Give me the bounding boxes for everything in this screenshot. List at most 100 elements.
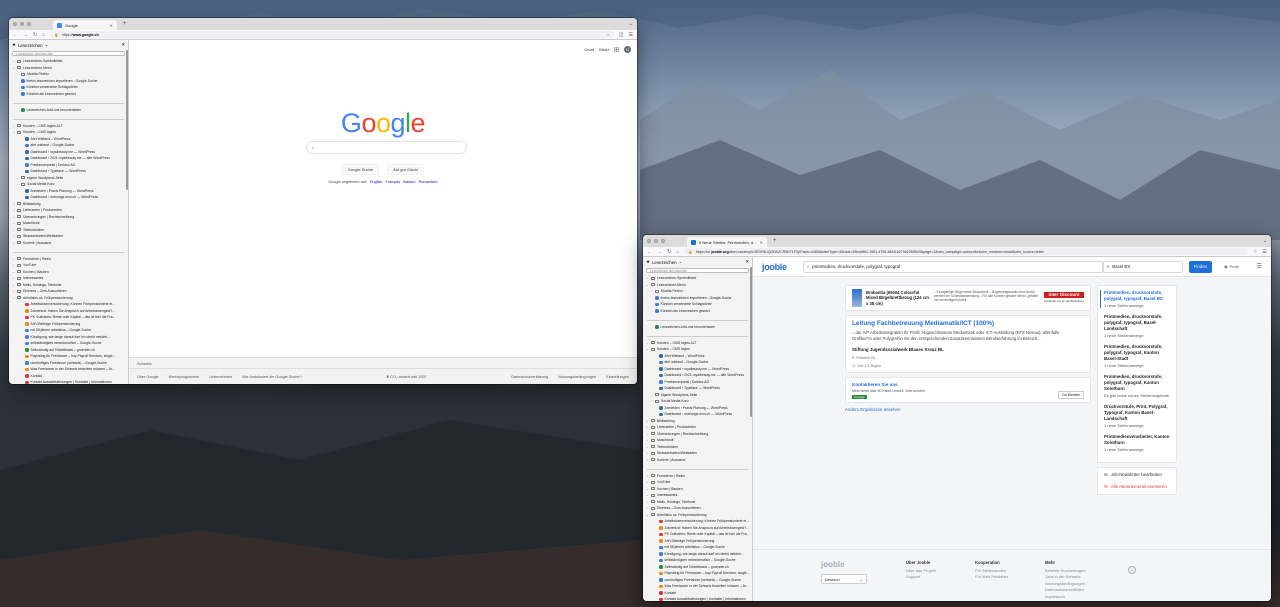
menu-icon[interactable]: ☰ <box>629 32 633 38</box>
language-select[interactable]: Deutsch ⌄ <box>821 574 867 584</box>
bookmark-item[interactable]: Kontakt Auswärtsleistungen | Kontakte | … <box>643 596 752 601</box>
twisty-icon[interactable]: ⌄ <box>12 295 15 302</box>
twisty-icon[interactable]: › <box>16 71 19 78</box>
sidebar-header[interactable]: ★ Lesezeichen ⌄ ✕ <box>9 40 128 50</box>
twisty-icon[interactable]: › <box>646 457 649 464</box>
favicon-icon <box>25 328 29 332</box>
twisty-icon[interactable]: › <box>650 398 653 405</box>
ad2-title[interactable]: Kontaktieren Sie uns <box>852 382 1084 387</box>
back-icon[interactable]: ← <box>13 32 18 38</box>
google-search-button[interactable]: Google Suche <box>341 164 380 175</box>
footer-link[interactable]: Support <box>906 574 936 581</box>
footer-privacy[interactable]: Datenschutzerklärung <box>511 375 548 379</box>
url-bar[interactable]: 🔒 https://ch. jooble.org/alert-vacancy/L9… <box>684 248 1249 255</box>
twisty-icon[interactable]: › <box>650 288 653 295</box>
profile-button[interactable]: ◉ Profil <box>1224 264 1239 269</box>
tab-google[interactable]: Google ✕ <box>53 20 117 30</box>
bookmark-label: Kürzlich als Lesezeichen gesetzt <box>26 91 76 96</box>
window-controls[interactable] <box>13 22 31 26</box>
images-link[interactable]: Bilder <box>599 48 609 52</box>
account-avatar[interactable]: G <box>624 46 631 53</box>
twisty-icon[interactable]: ⌄ <box>12 65 15 72</box>
back-icon[interactable]: ← <box>647 249 652 255</box>
suggestion-item[interactable]: Printmedien, druckvorstufe, polygraf, ty… <box>1104 374 1170 398</box>
footer-link[interactable]: Für Web Publisher <box>975 574 1008 581</box>
bookmark-search-input[interactable]: Lesezeichen durchsuchen <box>646 268 749 273</box>
unsubscribe-link[interactable]: ✉ Alle Abonnements stornieren <box>1104 484 1170 490</box>
twisty-icon[interactable]: › <box>12 240 15 247</box>
close-tab-icon[interactable]: ✕ <box>760 240 763 245</box>
close-sidebar-icon[interactable]: ✕ <box>745 259 749 265</box>
edit-newsletter-link[interactable]: ✉ Job-Newsletter bearbeiten <box>1104 472 1170 478</box>
bookmark-star-icon[interactable]: ☆ <box>607 33 610 37</box>
menu-icon[interactable]: ☰ <box>1263 249 1267 255</box>
job-search-input[interactable]: ⌕ printmedien, druckvorstufe, polygraf, … <box>802 260 1103 273</box>
new-tab-button[interactable]: + <box>123 21 127 27</box>
bookmark-star-icon[interactable]: ☆ <box>1253 249 1257 255</box>
suggestion-item[interactable]: Printmedien, druckvorstufe, polygraf, ty… <box>1104 344 1170 368</box>
reload-icon[interactable]: ↻ <box>667 249 671 255</box>
sidebar-header[interactable]: ★ Lesezeichen ⌄ ✕ <box>643 257 752 267</box>
forward-icon[interactable]: → <box>23 32 28 38</box>
home-icon[interactable]: ⌂ <box>676 249 679 255</box>
twisty-icon[interactable]: ⌄ <box>646 346 649 353</box>
new-tab-button[interactable]: + <box>773 238 777 244</box>
lang-english[interactable]: English <box>370 180 382 184</box>
sidebar-scrollbar[interactable] <box>126 50 128 190</box>
google-search-input[interactable]: ⌕ <box>306 141 467 154</box>
suggestion-item[interactable]: Druckvorstufe, Print, Polygraf, Typograf… <box>1104 404 1170 428</box>
facebook-icon[interactable]: f <box>1128 566 1136 574</box>
lucky-button[interactable]: Auf gut Glück! <box>387 164 425 175</box>
close-sidebar-icon[interactable]: ✕ <box>121 42 125 48</box>
tab-jooble[interactable]: 9 Neue Stellen: Printmedien, d... ✕ <box>687 237 767 247</box>
find-button[interactable]: Finden <box>1188 260 1213 273</box>
location-input[interactable]: ⌖ Basel BS <box>1102 260 1183 273</box>
lang-italiano[interactable]: Italiano <box>403 180 415 184</box>
footer-link[interactable]: Datenschutzrichtlinien <box>1045 587 1085 594</box>
twisty-icon[interactable]: ⌄ <box>646 282 649 289</box>
footer-settings[interactable]: Einstellungen <box>606 375 629 379</box>
bookmark-label: Kurierie | Auswand <box>657 457 686 462</box>
favicon-icon <box>659 519 663 523</box>
twisty-icon[interactable]: ⌄ <box>646 512 649 519</box>
suggestion-item[interactable]: Printmedienverarbeiter, Kanton Solothurn… <box>1104 434 1170 452</box>
reload-icon[interactable]: ↻ <box>33 32 37 38</box>
lang-francais[interactable]: Français <box>386 180 401 184</box>
footer-link[interactable]: Impressum <box>1045 594 1085 601</box>
list-tabs-icon[interactable]: ⌄ <box>629 21 633 27</box>
footer-co2[interactable]: ❦ CO₂-neutral seit 2007 <box>386 374 427 379</box>
close-tab-icon[interactable]: ✕ <box>110 23 113 28</box>
favicon-icon <box>659 386 663 390</box>
apps-grid-icon[interactable] <box>614 47 619 52</box>
sidebar-scrollbar[interactable] <box>750 267 752 417</box>
job-card[interactable]: Leitung Fachbetreuung Mediamatik/ICT (10… <box>845 315 1091 373</box>
twisty-icon[interactable]: › <box>16 181 19 188</box>
home-icon[interactable]: ⌂ <box>42 32 45 38</box>
list-tabs-icon[interactable]: ⌄ <box>1263 238 1267 244</box>
footer-how-search[interactable]: Wie funktioniert die Google Suche? <box>242 375 302 379</box>
window-controls[interactable] <box>647 239 665 243</box>
text-ad[interactable]: Kontaktieren Sie uns Mehr bietet über 50… <box>845 377 1091 403</box>
footer-terms[interactable]: Nutzungsbedingungen <box>558 375 596 379</box>
forward-icon[interactable]: → <box>657 249 662 255</box>
job-title[interactable]: Leitung Fachbetreuung Mediamatik/ICT (10… <box>852 320 1084 327</box>
bookmark-item[interactable]: Kontakt Auswärtsleistungen | Kontakte | … <box>9 379 128 384</box>
hamburger-menu-icon[interactable]: ☰ <box>1257 263 1262 270</box>
bookmark-search-input[interactable]: Lesezeichen durchsuchen <box>12 51 125 56</box>
suggestion-item[interactable]: Printmedien, druckvorstufe, polygraf, ty… <box>1100 290 1170 308</box>
footer-link[interactable]: Jobs in der Schweiz <box>1045 574 1085 581</box>
jooble-logo[interactable]: jooble <box>762 262 787 272</box>
footer-ads[interactable]: Werbeprogramme <box>169 375 200 379</box>
twisty-icon[interactable]: ⌄ <box>12 129 15 136</box>
footer-about[interactable]: Über Google <box>137 375 159 379</box>
folder-icon <box>17 263 21 267</box>
pocket-icon[interactable]: ◫ <box>619 32 624 38</box>
suggestion-item[interactable]: Printmedien, druckvorstufe, polygraf, ty… <box>1104 314 1170 338</box>
gmail-link[interactable]: Gmail <box>584 48 594 52</box>
url-bar[interactable]: 🔒 https://www.google.ch ☆ <box>50 31 614 38</box>
footer-business[interactable]: Unternehmen <box>209 375 232 379</box>
shopping-ad[interactable]: Brabantia (65004 Colourful Mixed Bügelbr… <box>845 285 1091 311</box>
more-results-link[interactable]: Andere Ergebnisse ansehen <box>845 407 1091 412</box>
ad2-website-button[interactable]: Zur Website <box>1057 391 1084 399</box>
lang-rumantsch[interactable]: Rumantsch <box>418 180 437 184</box>
